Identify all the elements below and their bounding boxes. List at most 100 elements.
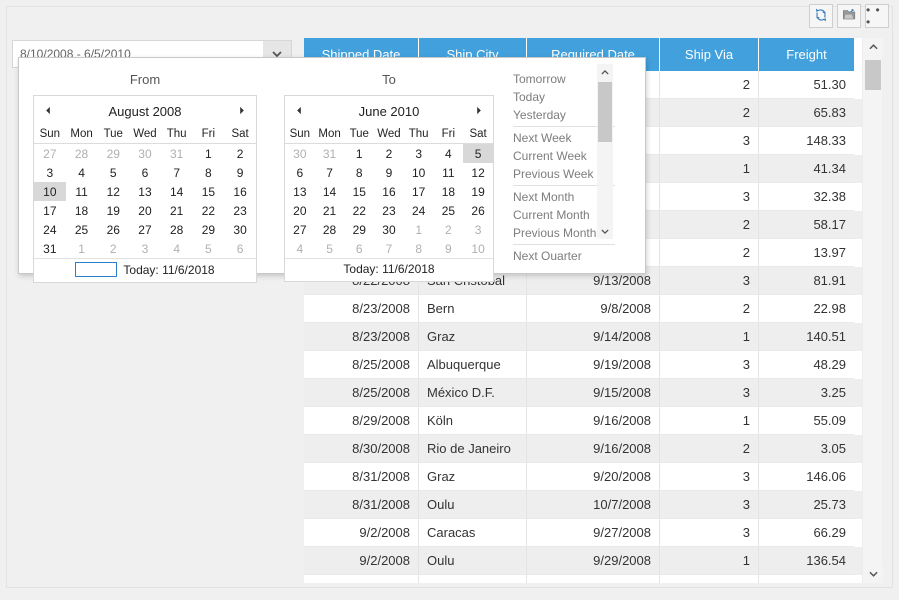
table-row[interactable]: 8/31/2008Graz9/20/20083146.06: [304, 463, 874, 491]
calendar-day[interactable]: 5: [315, 239, 345, 258]
calendar-day[interactable]: 23: [374, 201, 404, 220]
column-header-freight[interactable]: Freight: [759, 38, 854, 71]
calendar-day[interactable]: 30: [129, 144, 161, 164]
calendar-day[interactable]: 27: [129, 220, 161, 239]
calendar-day[interactable]: 15: [344, 182, 374, 201]
preset-scrollbar[interactable]: [597, 64, 613, 239]
table-row[interactable]: 8/25/2008Albuquerque9/19/2008348.29: [304, 351, 874, 379]
calendar-day[interactable]: 3: [129, 239, 161, 258]
calendar-day[interactable]: 31: [315, 144, 345, 164]
calendar-day[interactable]: 19: [97, 201, 129, 220]
table-row[interactable]: 8/30/2008Rio de Janeiro9/16/200823.05: [304, 435, 874, 463]
calendar-day[interactable]: 25: [434, 201, 464, 220]
calendar-day[interactable]: 21: [315, 201, 345, 220]
grid-vertical-scrollbar[interactable]: [862, 38, 882, 583]
calendar-day[interactable]: 14: [315, 182, 345, 201]
calendar-day[interactable]: 5: [463, 144, 493, 164]
table-row[interactable]: 8/23/2008Bern9/8/2008222.98: [304, 295, 874, 323]
calendar-day[interactable]: 4: [66, 163, 98, 182]
calendar-day[interactable]: 17: [34, 201, 66, 220]
scroll-up-button[interactable]: [863, 38, 883, 56]
open-folder-button[interactable]: [837, 4, 861, 28]
scroll-down-button[interactable]: [863, 565, 883, 583]
preset-scroll-down-button[interactable]: [597, 223, 613, 239]
preset-scrollbar-thumb[interactable]: [598, 82, 612, 142]
calendar-day[interactable]: 22: [193, 201, 225, 220]
calendar-day[interactable]: 29: [344, 220, 374, 239]
calendar-day[interactable]: 18: [66, 201, 98, 220]
calendar-day[interactable]: 26: [97, 220, 129, 239]
calendar-day[interactable]: 21: [161, 201, 193, 220]
to-today-footer[interactable]: Today: 11/6/2018: [285, 258, 493, 281]
table-row[interactable]: 9/3/2008Alb9/28/2008: [304, 575, 874, 583]
calendar-day[interactable]: 19: [463, 182, 493, 201]
calendar-day[interactable]: 20: [285, 201, 315, 220]
calendar-day[interactable]: 30: [224, 220, 256, 239]
prev-month-button[interactable]: [40, 106, 56, 117]
calendar-day[interactable]: 7: [374, 239, 404, 258]
calendar-day[interactable]: 12: [97, 182, 129, 201]
calendar-day[interactable]: 5: [97, 163, 129, 182]
calendar-day[interactable]: 22: [344, 201, 374, 220]
calendar-day[interactable]: 23: [224, 201, 256, 220]
calendar-day[interactable]: 4: [285, 239, 315, 258]
calendar-day[interactable]: 31: [161, 144, 193, 164]
calendar-day[interactable]: 2: [97, 239, 129, 258]
calendar-day[interactable]: 10: [404, 163, 434, 182]
calendar-day[interactable]: 2: [434, 220, 464, 239]
calendar-day[interactable]: 2: [224, 144, 256, 164]
calendar-day[interactable]: 6: [285, 163, 315, 182]
calendar-day[interactable]: 10: [34, 182, 66, 201]
table-row[interactable]: 9/2/2008Caracas9/27/2008366.29: [304, 519, 874, 547]
calendar-day[interactable]: 16: [224, 182, 256, 201]
calendar-day[interactable]: 9: [224, 163, 256, 182]
calendar-day[interactable]: 3: [463, 220, 493, 239]
calendar-day[interactable]: 31: [34, 239, 66, 258]
column-header-ship-via[interactable]: Ship Via: [660, 38, 759, 71]
calendar-day[interactable]: 1: [344, 144, 374, 164]
calendar-day[interactable]: 12: [463, 163, 493, 182]
calendar-day[interactable]: 25: [66, 220, 98, 239]
calendar-day[interactable]: 11: [66, 182, 98, 201]
calendar-day[interactable]: 28: [161, 220, 193, 239]
table-row[interactable]: 8/31/2008Oulu10/7/2008325.73: [304, 491, 874, 519]
scrollbar-thumb[interactable]: [865, 60, 881, 90]
from-today-footer[interactable]: Today: 11/6/2018: [34, 258, 256, 282]
calendar-day[interactable]: 27: [285, 220, 315, 239]
calendar-day[interactable]: 20: [129, 201, 161, 220]
calendar-day[interactable]: 16: [374, 182, 404, 201]
table-row[interactable]: 8/29/2008Köln9/16/2008155.09: [304, 407, 874, 435]
calendar-day[interactable]: 30: [285, 144, 315, 164]
calendar-day[interactable]: 9: [434, 239, 464, 258]
calendar-day[interactable]: 27: [34, 144, 66, 164]
calendar-day[interactable]: 30: [374, 220, 404, 239]
calendar-day[interactable]: 26: [463, 201, 493, 220]
calendar-day[interactable]: 6: [129, 163, 161, 182]
table-row[interactable]: 9/2/2008Oulu9/29/20081136.54: [304, 547, 874, 575]
calendar-day[interactable]: 13: [285, 182, 315, 201]
table-row[interactable]: 8/23/2008Graz9/14/20081140.51: [304, 323, 874, 351]
refresh-button[interactable]: [809, 4, 833, 28]
to-month-title[interactable]: June 2010: [307, 104, 471, 119]
calendar-day[interactable]: 6: [224, 239, 256, 258]
preset-scroll-up-button[interactable]: [597, 64, 613, 80]
calendar-day[interactable]: 15: [193, 182, 225, 201]
calendar-day[interactable]: 13: [129, 182, 161, 201]
calendar-day[interactable]: 1: [193, 144, 225, 164]
preset-item[interactable]: Next Quarter: [507, 247, 619, 260]
calendar-day[interactable]: 4: [434, 144, 464, 164]
calendar-day[interactable]: 5: [193, 239, 225, 258]
calendar-day[interactable]: 24: [404, 201, 434, 220]
calendar-day[interactable]: 8: [404, 239, 434, 258]
calendar-day[interactable]: 28: [66, 144, 98, 164]
calendar-day[interactable]: 9: [374, 163, 404, 182]
calendar-day[interactable]: 18: [434, 182, 464, 201]
calendar-day[interactable]: 2: [374, 144, 404, 164]
from-month-title[interactable]: August 2008: [56, 104, 234, 119]
calendar-day[interactable]: 3: [404, 144, 434, 164]
calendar-day[interactable]: 3: [34, 163, 66, 182]
calendar-day[interactable]: 10: [463, 239, 493, 258]
to-prev-month-button[interactable]: [291, 106, 307, 117]
calendar-day[interactable]: 14: [161, 182, 193, 201]
calendar-day[interactable]: 29: [193, 220, 225, 239]
